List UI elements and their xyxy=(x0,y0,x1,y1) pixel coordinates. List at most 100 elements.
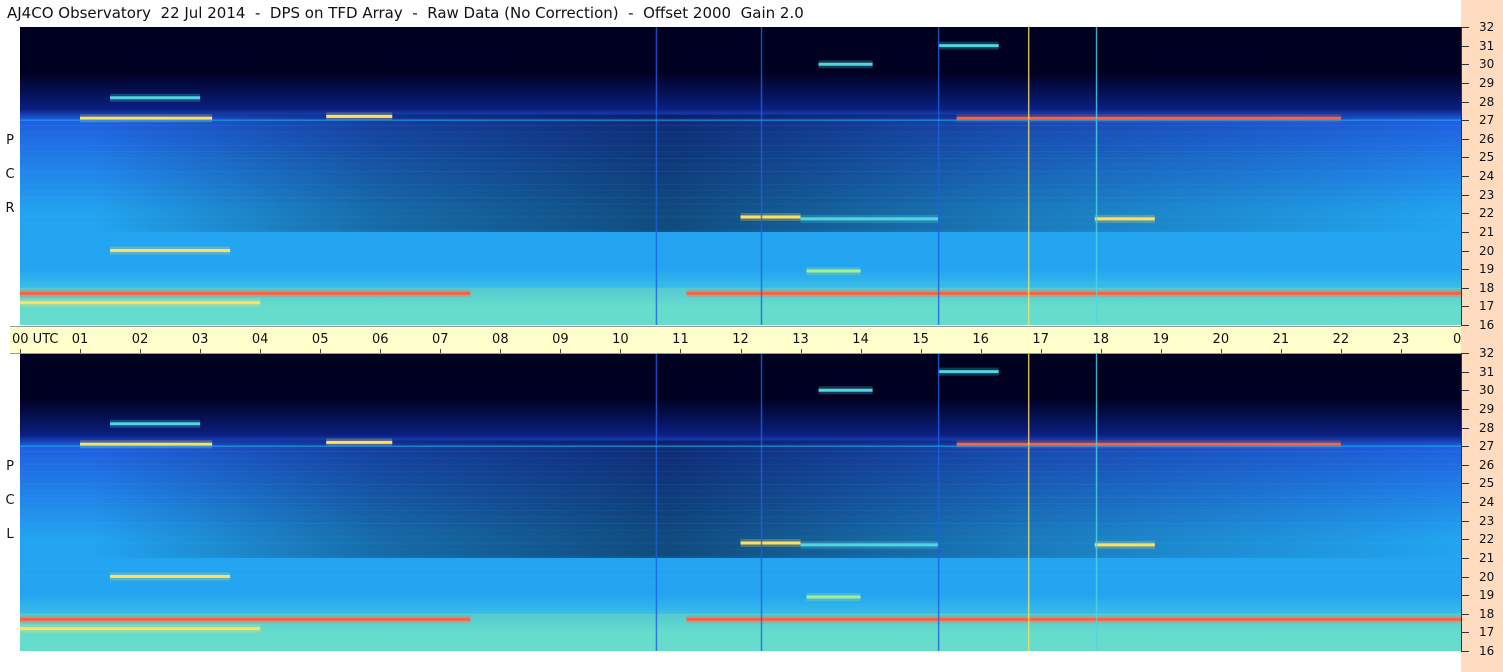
lcp-letter: C xyxy=(5,493,15,508)
time-tick xyxy=(380,349,382,353)
frequency-tick-label: 31 xyxy=(1479,364,1495,379)
frequency-tick xyxy=(1461,446,1469,448)
frequency-tick-label: 25 xyxy=(1479,150,1495,165)
frequency-tick xyxy=(1461,464,1469,466)
emission-halo xyxy=(20,289,471,298)
emission-halo xyxy=(800,214,939,223)
frequency-tick xyxy=(1461,390,1469,392)
time-tick-label: 22 xyxy=(1332,332,1350,347)
time-tick-label: 18 xyxy=(1092,332,1110,347)
time-axis: 00 UTC 01 02 03 04 05 06 07 08 09 10 11 12 13 14 15 16 17… xyxy=(10,326,1502,354)
emission-halo xyxy=(938,41,999,50)
frequency-tick-label: 24 xyxy=(1479,169,1495,183)
emission-halo xyxy=(20,615,471,624)
frequency-tick xyxy=(1461,353,1469,354)
page-title: AJ4CO Observatory 22 Jul 2014 - DPS on T… xyxy=(7,4,804,22)
frequency-tick-label: 28 xyxy=(1479,94,1495,109)
frequency-tick xyxy=(1461,101,1469,103)
frequency-tick-label: 24 xyxy=(1479,495,1495,509)
frequency-tick xyxy=(1461,194,1469,196)
lcp-spectrogram xyxy=(20,353,1461,651)
time-tick xyxy=(560,349,562,353)
emission-halo xyxy=(110,419,201,428)
frequency-tick-label: 22 xyxy=(1479,532,1495,547)
frequency-tick-label: 17 xyxy=(1479,299,1495,314)
frequency-tick xyxy=(1461,138,1469,140)
emission-halo xyxy=(80,440,213,449)
time-tick-label: 00 UTC xyxy=(12,332,59,347)
frequency-tick-label: 16 xyxy=(1479,644,1495,658)
emission-halo xyxy=(110,246,231,255)
emission-halo xyxy=(326,438,393,447)
frequency-tick xyxy=(1461,502,1469,503)
time-tick-label: 05 xyxy=(311,332,329,347)
time-tick-label: 13 xyxy=(792,332,809,347)
frequency-tick xyxy=(1461,287,1469,289)
lcp-label: L C P xyxy=(0,353,20,651)
rcp-letter: P xyxy=(6,133,14,148)
frequency-tick xyxy=(1461,371,1469,373)
frequency-axis: 32 31 30 29 28 27 26 25 24 23 22 21 20 19 18 17 16 32 31 30… xyxy=(1461,0,1503,672)
emission-halo xyxy=(938,367,999,376)
emission-halo xyxy=(110,93,201,102)
frequency-tick-label: 27 xyxy=(1479,113,1495,128)
frequency-tick-label: 23 xyxy=(1479,513,1495,528)
frequency-tick-label: 26 xyxy=(1479,131,1495,146)
frequency-tick-label: 21 xyxy=(1479,550,1495,565)
time-tick-label: 12 xyxy=(732,332,749,347)
emission-halo xyxy=(806,592,861,601)
frequency-tick-label: 29 xyxy=(1479,75,1495,90)
lcp-spectrogram-plot xyxy=(20,353,1461,651)
emission-halo xyxy=(956,114,1341,123)
frequency-tick-label: 17 xyxy=(1479,625,1495,640)
emission-halo xyxy=(740,212,801,221)
time-tick-label: 04 xyxy=(251,332,269,347)
frequency-tick-label: 18 xyxy=(1479,280,1495,295)
time-tick-label: 10 xyxy=(612,332,629,347)
time-tick-label: 16 xyxy=(972,332,989,347)
emission-halo xyxy=(818,386,873,395)
frequency-tick-label: 20 xyxy=(1479,243,1495,258)
emission-halo xyxy=(956,440,1341,449)
time-tick xyxy=(920,349,922,353)
frequency-tick xyxy=(1461,82,1469,84)
frequency-tick-label: 22 xyxy=(1479,206,1495,221)
frequency-tick xyxy=(1461,539,1469,541)
time-tick-label: 19 xyxy=(1152,332,1170,347)
frequency-tick-label: 27 xyxy=(1479,439,1495,454)
emission-halo xyxy=(686,289,1461,298)
time-tick-label: 23 xyxy=(1392,332,1410,347)
emission-halo xyxy=(1094,540,1155,549)
time-tick-label: 15 xyxy=(912,332,929,347)
time-tick-label: 08 xyxy=(492,332,509,347)
frequency-tick xyxy=(1461,557,1469,559)
frequency-tick-label: 26 xyxy=(1479,457,1495,472)
frequency-tick xyxy=(1461,427,1469,429)
time-tick xyxy=(140,349,142,353)
emission-halo xyxy=(326,112,393,121)
time-tick-label: 07 xyxy=(432,332,449,347)
time-tick xyxy=(320,349,322,353)
time-tick-label: 09 xyxy=(552,332,569,347)
frequency-tick-label: 18 xyxy=(1479,606,1495,621)
emission-halo xyxy=(110,572,231,581)
time-tick xyxy=(1100,349,1102,353)
time-tick xyxy=(200,349,202,353)
time-tick-label: 02 xyxy=(131,332,149,347)
time-tick xyxy=(80,349,82,353)
lcp-letter: P xyxy=(6,459,14,474)
time-tick xyxy=(1400,349,1402,353)
emission-halo xyxy=(20,624,261,633)
time-tick xyxy=(1160,349,1162,353)
frequency-tick xyxy=(1461,651,1469,652)
frequency-tick xyxy=(1461,483,1469,485)
time-tick-label: 11 xyxy=(672,332,689,347)
frequency-tick-label: 19 xyxy=(1479,588,1495,603)
frequency-tick xyxy=(1461,64,1469,66)
emission-halo xyxy=(686,615,1461,624)
rcp-spectrogram-plot xyxy=(20,27,1461,325)
lcp-letter: L xyxy=(6,527,14,542)
time-tick xyxy=(1280,349,1282,353)
frequency-tick xyxy=(1461,613,1469,615)
frequency-tick-label: 32 xyxy=(1479,346,1495,360)
